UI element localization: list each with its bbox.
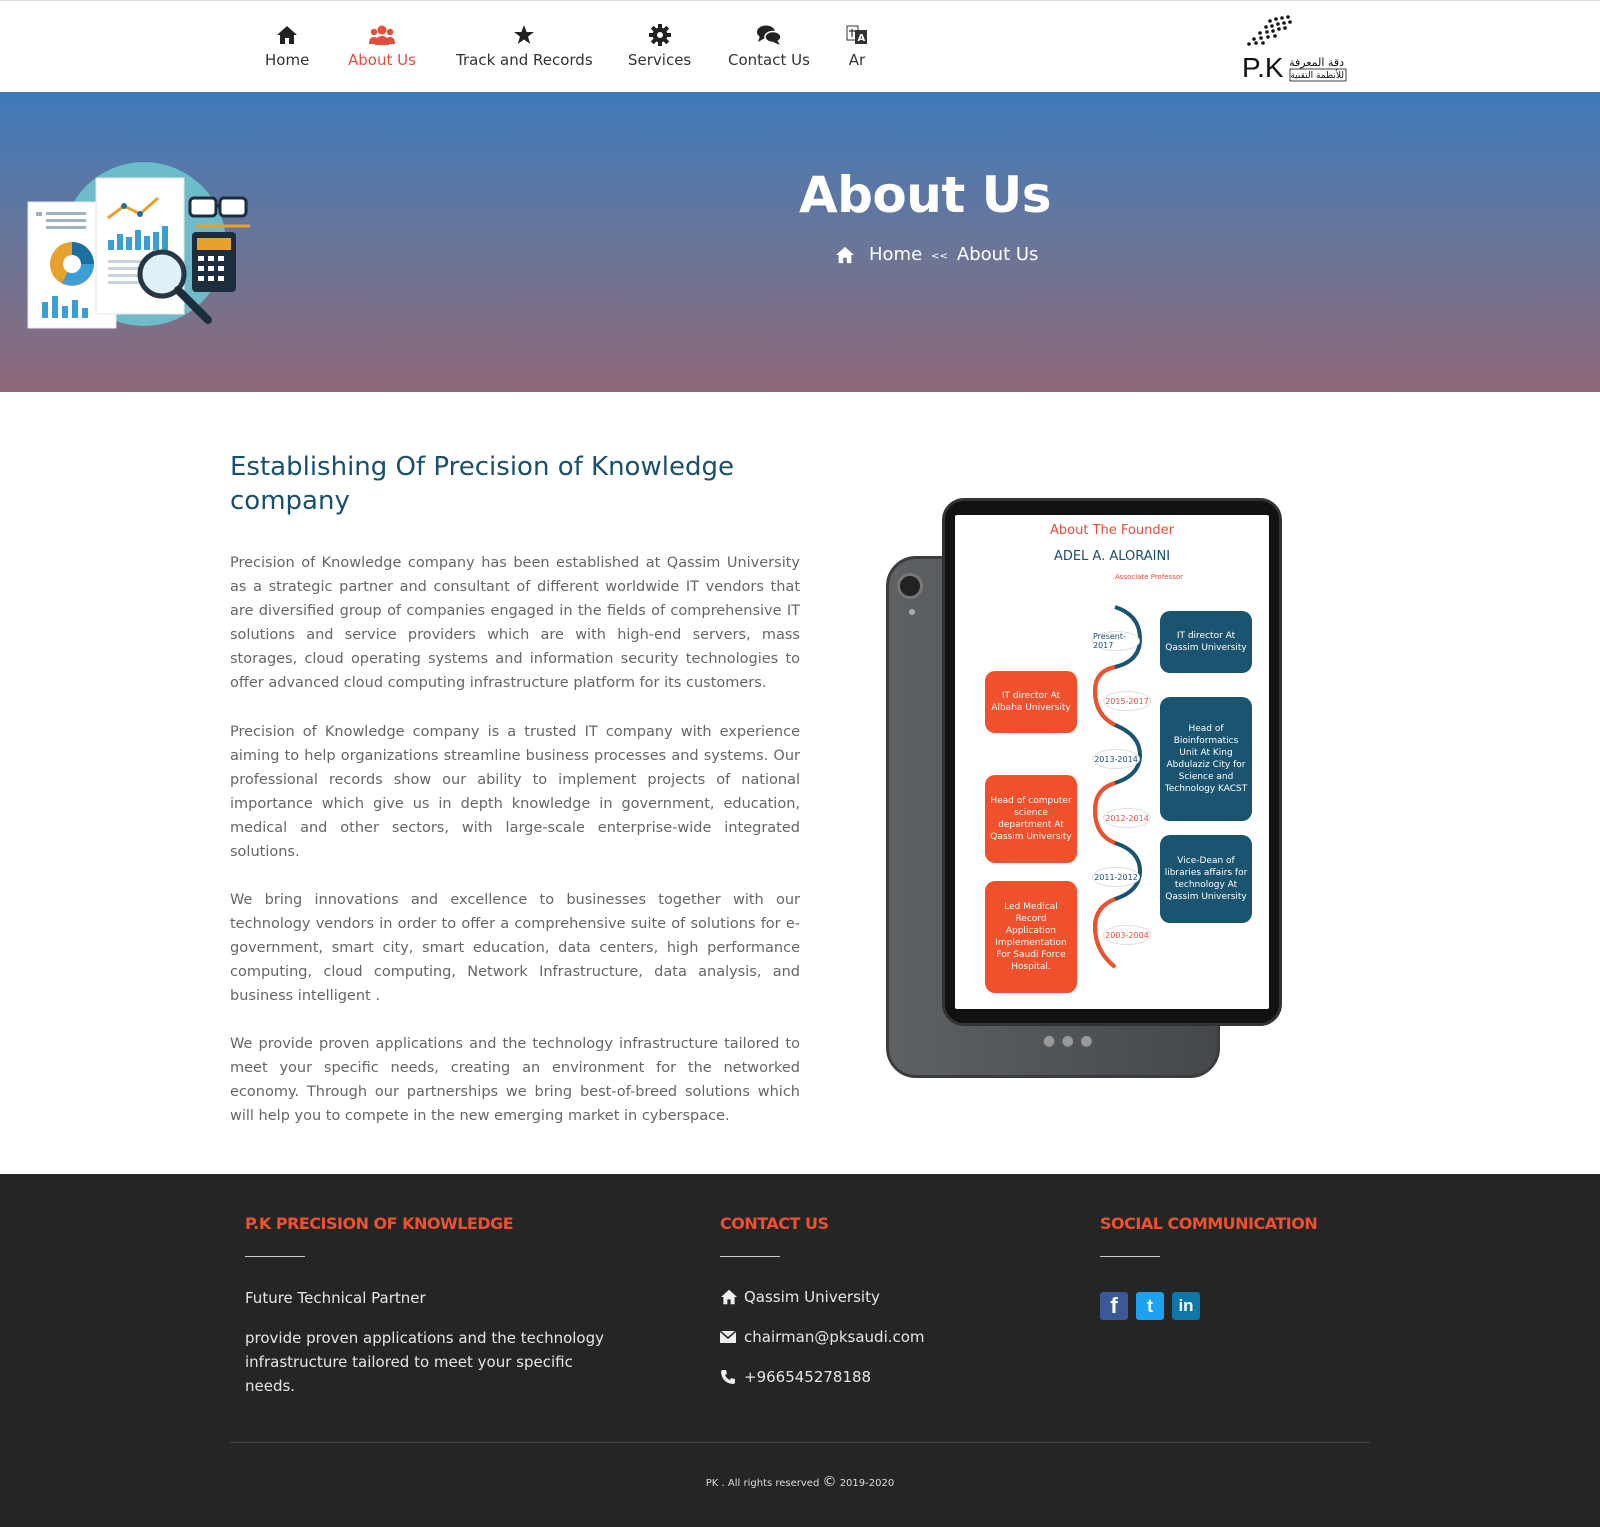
- nav-services-label: Services: [628, 51, 692, 69]
- envelope-icon: [720, 1331, 744, 1343]
- footer-email-text[interactable]: chairman@pksaudi.com: [744, 1328, 925, 1346]
- page-title: About Us: [798, 166, 1052, 224]
- star-icon: [513, 21, 535, 49]
- nav-contact-us-label: Contact Us: [728, 51, 810, 69]
- nav-home[interactable]: Home: [265, 21, 309, 69]
- footer-divider: [720, 1256, 780, 1257]
- timeline-card-left: Led Medical Record Application Implement…: [985, 881, 1077, 993]
- page-banner: About Us Home << About Us: [0, 92, 1600, 392]
- nav-contact-us[interactable]: Contact Us: [728, 21, 810, 69]
- about-paragraph-2: Precision of Knowledge company is a trus…: [230, 724, 800, 860]
- section-title: Establishing Of Precision of Knowledge c…: [230, 452, 734, 516]
- footer-social-heading: SOCIAL COMMUNICATION: [1100, 1214, 1318, 1233]
- footer-about-text: provide proven applications and the tech…: [245, 1329, 605, 1395]
- nav-services[interactable]: Services: [628, 21, 691, 69]
- footer-phone-text[interactable]: +966545278188: [744, 1368, 871, 1386]
- chat-icon: [756, 21, 782, 49]
- facebook-icon[interactable]: f: [1100, 1292, 1128, 1320]
- copyright: PK . All rights reserved © 2019-2020: [0, 1474, 1600, 1490]
- nav-home-label: Home: [265, 51, 310, 69]
- gear-icon: [648, 21, 672, 49]
- footer-separator: [230, 1442, 1370, 1443]
- about-paragraph-1: Precision of Knowledge company has been …: [230, 555, 800, 691]
- nav-track-and-records[interactable]: Track and Records: [456, 21, 593, 69]
- about-paragraph-4: We provide proven applications and the t…: [230, 1036, 800, 1124]
- footer-tagline: Future Technical Partner: [245, 1289, 426, 1307]
- footer-email[interactable]: chairman@pksaudi.com: [720, 1328, 925, 1346]
- logo-arabic-2: للأنظمة التقنية: [1290, 69, 1344, 81]
- timeline-year: 2011-2012: [1092, 867, 1140, 887]
- about-paragraph-3: We bring innovations and excellence to b…: [230, 892, 800, 1004]
- phone-icon: [720, 1369, 744, 1385]
- footer-phone[interactable]: +966545278188: [720, 1368, 871, 1386]
- top-navbar: Home About Us Track and Records Services…: [0, 0, 1600, 92]
- nav-about-us-label: About Us: [348, 51, 416, 69]
- nav-about-us[interactable]: About Us: [348, 21, 416, 69]
- nav-language-ar[interactable]: A Ar: [846, 21, 868, 69]
- site-footer: P.K PRECISION OF KNOWLEDGE Future Techni…: [0, 1174, 1600, 1527]
- founder-role: Associate Professor: [1115, 573, 1184, 581]
- camera-icon: [897, 573, 923, 599]
- timeline-year: 2015-2017: [1103, 691, 1151, 711]
- copyright-owner: PK . All rights reserved: [705, 1478, 820, 1489]
- timeline-card-right: Head of Bioinformatics Unit At King Abdu…: [1160, 697, 1252, 821]
- timeline-year: 2003-2004: [1103, 925, 1151, 945]
- timeline-card-left: Head of computer science department At Q…: [985, 775, 1077, 863]
- social-links: f t in: [1100, 1292, 1200, 1320]
- breadcrumb-separator: <<: [931, 251, 948, 262]
- founder-screen: About The Founder ADEL A. ALORAINI Assoc…: [955, 515, 1269, 1009]
- breadcrumb-current: About Us: [956, 244, 1039, 265]
- logo-arabic-1: دقة المعرفة: [1289, 56, 1344, 69]
- nav-track-label: Track and Records: [456, 51, 593, 69]
- linkedin-icon[interactable]: in: [1172, 1292, 1200, 1320]
- tablet-front: About The Founder ADEL A. ALORAINI Assoc…: [942, 498, 1282, 1026]
- copyright-years: 2019-2020: [839, 1478, 895, 1489]
- timeline-card-right: Vice-Dean of libraries affairs for techn…: [1160, 835, 1252, 923]
- home-icon: [276, 21, 298, 49]
- timeline-card-left: IT director At Albaha University: [985, 671, 1077, 733]
- nav-language-label: Ar: [848, 51, 866, 69]
- translate-icon: A: [846, 21, 868, 49]
- pk-logo[interactable]: P.K دقة المعرفة للأنظمة التقنية: [1240, 13, 1356, 83]
- home-icon: [720, 1289, 744, 1305]
- footer-divider: [1100, 1256, 1160, 1257]
- timeline-year: 2012-2014: [1103, 808, 1151, 828]
- twitter-icon[interactable]: t: [1136, 1292, 1164, 1320]
- footer-contact-heading: CONTACT US: [720, 1214, 829, 1233]
- founder-name: ADEL A. ALORAINI: [1053, 549, 1171, 564]
- footer-address-text: Qassim University: [744, 1288, 880, 1306]
- timeline-year: 2013-2014: [1092, 749, 1140, 769]
- footer-about-heading: P.K PRECISION OF KNOWLEDGE: [245, 1214, 514, 1233]
- breadcrumb: Home << About Us: [835, 244, 1038, 265]
- users-icon: [368, 21, 395, 49]
- camera-flash: [909, 609, 915, 615]
- svg-text:A: A: [858, 33, 866, 44]
- home-icon: [835, 246, 855, 264]
- footer-address: Qassim University: [720, 1288, 880, 1306]
- timeline-year: Present-2017: [1092, 631, 1140, 651]
- svg-text:P.K: P.K: [1242, 52, 1284, 83]
- footer-divider: [245, 1256, 305, 1257]
- copyright-symbol: ©: [822, 1474, 837, 1490]
- connector-dots: ● ● ●: [1043, 1033, 1094, 1049]
- breadcrumb-home-link[interactable]: Home: [869, 244, 922, 265]
- founder-heading: About The Founder: [1050, 523, 1174, 538]
- founder-tablet-image: ● ● ● About The Founder ADEL A. ALORAINI…: [886, 498, 1282, 1080]
- timeline-card-right: IT director At Qassim University: [1160, 611, 1252, 673]
